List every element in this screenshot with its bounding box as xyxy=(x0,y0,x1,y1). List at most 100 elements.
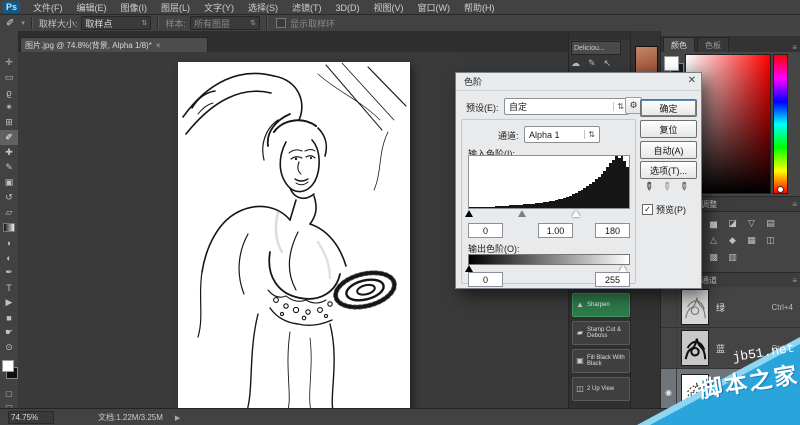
action-button-2-up-view[interactable]: ◫ 2 Up View xyxy=(572,377,630,401)
menu-8[interactable]: 视图(V) xyxy=(374,3,404,13)
sample-dropdown[interactable]: 所有图层 ⇅ xyxy=(189,16,260,30)
tab-color[interactable]: 颜色 xyxy=(663,37,695,52)
input-gamma-field[interactable]: 1.00 xyxy=(538,223,573,238)
document-tab[interactable]: 图片.jpg @ 74.8%(背景, Alpha 1/8)* × xyxy=(20,37,208,53)
move-tool[interactable]: ✛ xyxy=(0,55,18,70)
arrow-icon[interactable]: ↖ xyxy=(604,58,612,69)
channel-mixer-icon[interactable]: ◫ xyxy=(761,232,780,249)
photo-filter-icon[interactable]: ▦ xyxy=(742,232,761,249)
curves-icon[interactable]: ◪ xyxy=(723,215,742,232)
white-point-eyedropper-icon[interactable]: ✐ xyxy=(676,178,692,194)
brush-icon[interactable]: ✎ xyxy=(588,58,596,69)
input-black-slider[interactable] xyxy=(465,210,473,217)
cloud-icon[interactable]: ☁ xyxy=(571,58,580,69)
channel-dropdown[interactable]: Alpha 1 ⇅ xyxy=(524,126,600,143)
invert-icon[interactable]: ▩ xyxy=(704,249,723,266)
clone-stamp-tool[interactable]: ▣ xyxy=(0,175,18,190)
dodge-tool[interactable]: ◐ xyxy=(0,250,18,265)
menu-1[interactable]: 编辑(E) xyxy=(77,3,107,13)
adjustments-header-label: 调整 xyxy=(701,199,717,209)
quick-selection-tool[interactable]: ✶ xyxy=(0,100,18,115)
menu-7[interactable]: 3D(D) xyxy=(336,3,360,13)
menu-2[interactable]: 图像(I) xyxy=(121,3,148,13)
pen-tool[interactable]: ✒ xyxy=(0,265,18,280)
path-selection-tool[interactable]: ▶ xyxy=(0,295,18,310)
hue-marker[interactable] xyxy=(777,186,784,193)
levels-dialog-titlebar[interactable]: 色阶 xyxy=(456,73,701,91)
output-white-slider[interactable] xyxy=(619,265,627,272)
action-button-fill-black-with-black[interactable]: ▣ Fill Black With Black xyxy=(572,349,630,373)
vibrance-icon[interactable]: ▤ xyxy=(761,215,780,232)
preview-checkbox[interactable]: ✓ 预览(P) xyxy=(642,203,686,216)
foreground-color-swatch[interactable] xyxy=(2,360,14,372)
gradient-tool[interactable] xyxy=(0,220,18,235)
menu-4[interactable]: 文字(Y) xyxy=(204,3,234,13)
output-black-slider[interactable] xyxy=(465,265,473,272)
document-canvas[interactable] xyxy=(178,62,410,408)
eye-toggle-empty[interactable] xyxy=(661,328,677,368)
delicious-panel-tab[interactable]: Deliciou... xyxy=(571,41,621,55)
tool-preset-arrow-icon[interactable]: ▾ xyxy=(21,19,25,27)
shape-tool[interactable]: ■ xyxy=(0,310,18,325)
status-flyout-icon[interactable]: ▶ xyxy=(175,414,180,422)
action-button-icon: ▣ xyxy=(576,355,584,365)
posterize-icon[interactable]: ▥ xyxy=(723,249,742,266)
levels-icon[interactable]: ▅ xyxy=(704,215,723,232)
panel-menu-icon[interactable]: ≡ xyxy=(792,276,797,285)
preset-value: 自定 xyxy=(509,102,528,112)
show-ring-checkbox[interactable] xyxy=(275,18,286,28)
input-black-field[interactable]: 0 xyxy=(468,223,503,238)
quick-mask-button[interactable]: ▢ xyxy=(0,387,18,400)
eye-toggle-empty[interactable] xyxy=(661,287,677,327)
panel-menu-icon[interactable]: ≡ xyxy=(792,43,797,52)
tab-swatches[interactable]: 色板 xyxy=(697,37,729,52)
close-tab-icon[interactable]: × xyxy=(156,41,161,50)
input-gamma-slider[interactable] xyxy=(518,210,526,217)
options-button[interactable]: 选项(T)... xyxy=(640,161,697,179)
lasso-tool[interactable]: ϱ xyxy=(0,85,18,100)
menu-3[interactable]: 图层(L) xyxy=(161,3,190,13)
output-white-field[interactable]: 255 xyxy=(595,272,630,287)
hue-slider[interactable] xyxy=(773,54,788,194)
reset-button[interactable]: 复位 xyxy=(640,120,697,138)
history-brush-tool-icon: ↺ xyxy=(5,192,13,202)
type-tool-icon: T xyxy=(6,282,12,293)
input-white-field[interactable]: 180 xyxy=(595,223,630,238)
menu-0[interactable]: 文件(F) xyxy=(33,3,63,13)
auto-button[interactable]: 自动(A) xyxy=(640,141,697,159)
zoom-tool[interactable]: ⊙ xyxy=(0,340,18,355)
gray-point-eyedropper-icon[interactable]: ✐ xyxy=(658,178,674,194)
menu-5[interactable]: 选择(S) xyxy=(248,3,278,13)
brush-tool[interactable]: ✎ xyxy=(0,160,18,175)
healing-brush-tool[interactable]: ✚ xyxy=(0,145,18,160)
channel-row-0[interactable]: 绿 Ctrl+4 xyxy=(661,287,800,328)
color-balance-icon[interactable]: △ xyxy=(704,232,723,249)
close-icon[interactable]: ✕ xyxy=(688,75,696,86)
action-button-stamp-cut-deboss[interactable]: ▰ Stamp Cut & Deboss xyxy=(572,321,630,345)
black-white-icon[interactable]: ◆ xyxy=(723,232,742,249)
type-tool[interactable]: T xyxy=(0,280,18,295)
panel-menu-icon[interactable]: ≡ xyxy=(792,200,797,209)
hand-tool[interactable]: ☛ xyxy=(0,325,18,340)
crop-tool[interactable]: ⊞ xyxy=(0,115,18,130)
zoom-level-field[interactable]: 74.75% xyxy=(8,411,54,424)
menu-6[interactable]: 滤镜(T) xyxy=(292,3,322,13)
menu-9[interactable]: 窗口(W) xyxy=(418,3,451,13)
input-white-slider[interactable] xyxy=(572,210,580,217)
sample-size-label: 取样大小: xyxy=(38,18,78,29)
menu-10[interactable]: 帮助(H) xyxy=(464,3,495,13)
panel-foreground-swatch[interactable] xyxy=(664,56,679,71)
blur-tool[interactable]: ◗ xyxy=(0,235,18,250)
eyedropper-tool[interactable]: ✐ xyxy=(0,130,18,145)
exposure-icon[interactable]: ▽ xyxy=(742,215,761,232)
black-point-eyedropper-icon[interactable]: ✐ xyxy=(641,178,657,194)
eraser-tool[interactable]: ▱ xyxy=(0,205,18,220)
sample-size-dropdown[interactable]: 取样点 ⇅ xyxy=(81,16,152,30)
marquee-tool[interactable]: ▭ xyxy=(0,70,18,85)
history-brush-tool[interactable]: ↺ xyxy=(0,190,18,205)
output-black-field[interactable]: 0 xyxy=(468,272,503,287)
ok-button[interactable]: 确定 xyxy=(640,99,697,117)
action-button-sharpen[interactable]: ▲ Sharpen xyxy=(572,293,630,317)
channel-row-1[interactable]: 蓝 Ctrl+5 xyxy=(661,328,800,369)
preset-dropdown[interactable]: 自定 ⇅ xyxy=(504,98,629,115)
